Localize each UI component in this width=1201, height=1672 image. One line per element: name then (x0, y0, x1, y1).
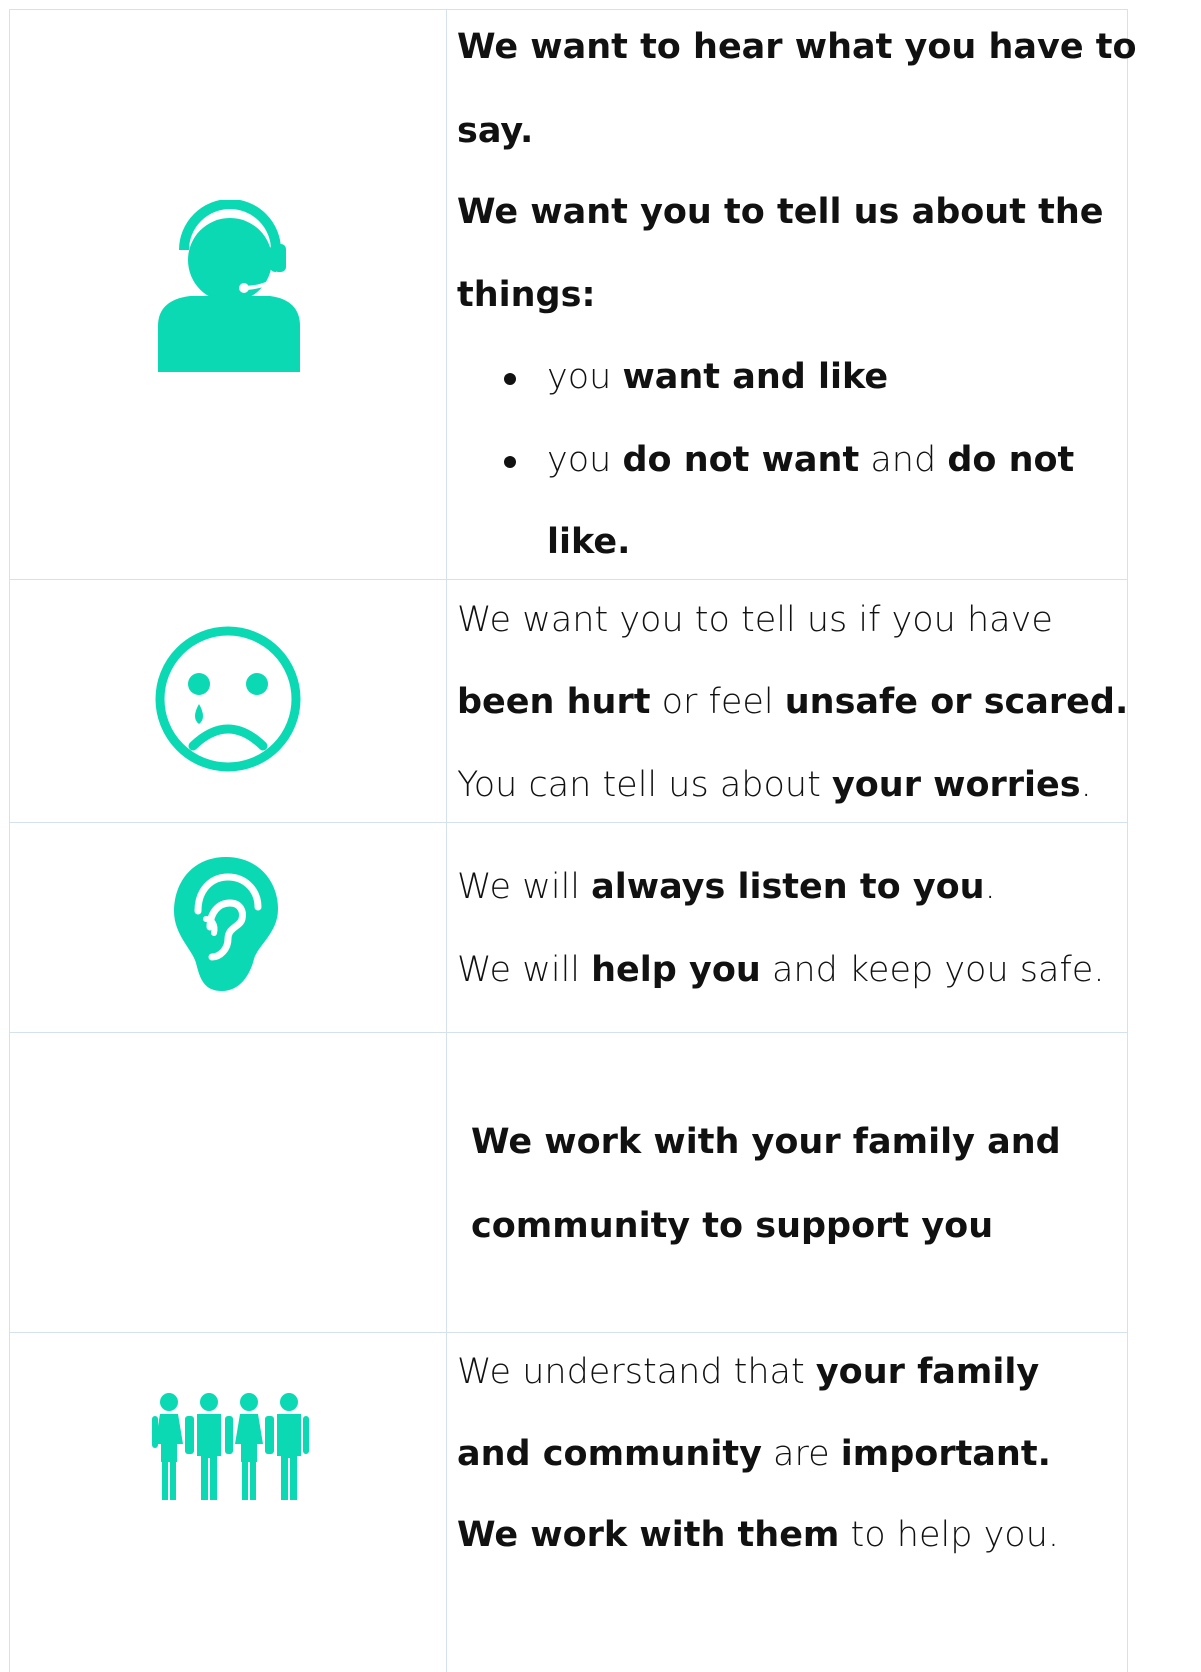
row1-line1: We want to hear what you have to (457, 27, 1137, 67)
sad-face-icon (155, 626, 301, 772)
row3-line2: We will help you and keep you safe. (457, 950, 1105, 990)
bullet-text: you (547, 357, 623, 397)
row-divider (9, 822, 1128, 823)
family-group-icon (152, 1393, 309, 1500)
row1-line3: We want you to tell us about the (457, 192, 1104, 232)
row1-bullet-list: you want and like you do not want and do… (500, 356, 1074, 481)
row-divider (9, 1332, 1128, 1333)
table-border-left (9, 9, 10, 1672)
list-item: you do not want and do not (500, 439, 1074, 481)
row5-line1: We understand that your family (457, 1352, 1040, 1392)
bullet-text: and (859, 440, 948, 480)
row1-line2: say. (457, 111, 534, 151)
headset-person-icon (158, 200, 300, 372)
bullet-text-bold: do not (947, 440, 1075, 480)
section-heading-line1: We work with your family and (471, 1122, 1061, 1162)
table-column-divider (446, 9, 447, 1672)
row5-line3: We work with them to help you. (457, 1515, 1060, 1555)
row2-line3: You can tell us about your worries. (457, 765, 1092, 805)
row-divider (9, 1032, 1128, 1033)
row2-line2: been hurt or feel unsafe or scared. (457, 682, 1129, 722)
row2-line1: We want you to tell us if you have (457, 600, 1053, 640)
row3-line1: We will always listen to you. (457, 867, 996, 907)
bullet-text: you (547, 440, 623, 480)
row5-line2: and community are important. (457, 1434, 1051, 1474)
table-border-top (9, 9, 1128, 10)
page: We want to hear what you have to say. We… (0, 0, 1201, 1672)
table-border-right (1127, 9, 1128, 1672)
bullet-text-bold: want and like (622, 357, 889, 397)
bullet-text-bold: do not want (622, 440, 860, 480)
row-divider (9, 579, 1128, 580)
ear-icon (174, 857, 278, 991)
row1-line4: things: (457, 275, 596, 315)
section-heading-line2: community to support you (471, 1206, 994, 1246)
list-item: you want and like (500, 356, 1074, 398)
row1-bullet-continuation: like. (547, 522, 631, 562)
